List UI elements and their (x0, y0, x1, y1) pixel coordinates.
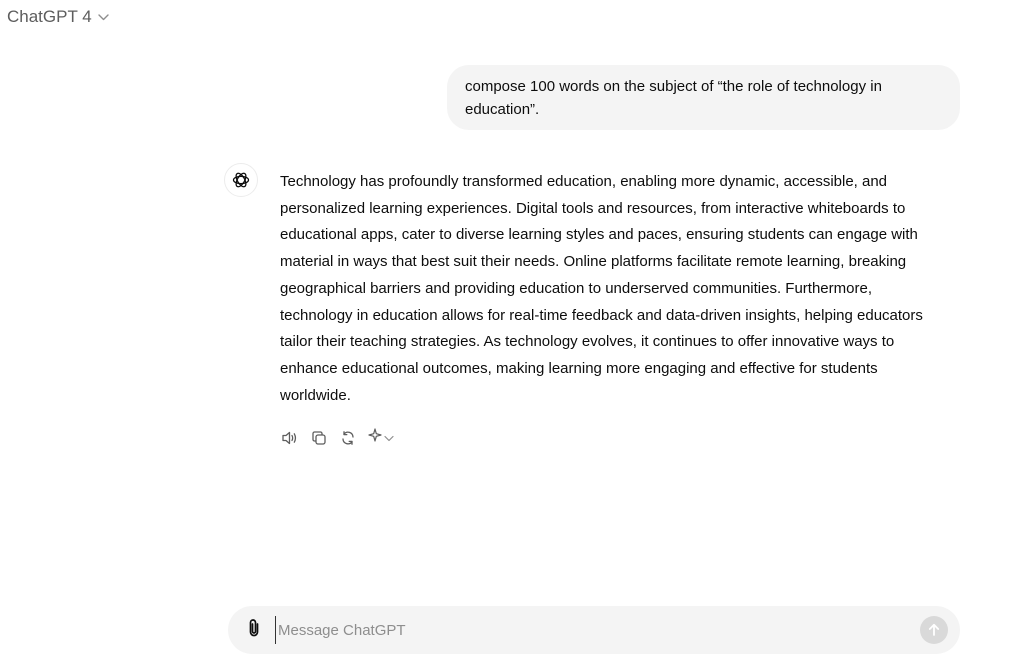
chevron-down-icon (384, 429, 394, 447)
regenerate-button[interactable] (338, 428, 358, 448)
openai-logo-icon (224, 163, 258, 197)
copy-button[interactable] (309, 428, 329, 448)
message-actions (280, 427, 394, 448)
message-composer (228, 606, 960, 654)
copy-icon (311, 430, 327, 446)
arrow-up-icon (927, 623, 941, 637)
chevron-down-icon (98, 13, 109, 21)
change-model-button[interactable] (367, 427, 394, 448)
sparkle-icon (367, 427, 383, 448)
model-name: ChatGPT 4 (7, 7, 92, 26)
speaker-icon (281, 430, 299, 446)
paperclip-icon (245, 618, 263, 643)
message-input[interactable] (275, 616, 898, 644)
chat-window: ChatGPT 4 compose 100 words on the subje… (0, 0, 1024, 666)
assistant-message: Technology has profoundly transformed ed… (280, 173, 923, 404)
attach-button[interactable] (242, 618, 266, 642)
read-aloud-button[interactable] (280, 428, 300, 448)
model-selector[interactable]: ChatGPT 4 (7, 4, 109, 30)
refresh-icon (340, 430, 356, 446)
send-button[interactable] (920, 616, 948, 644)
user-message: compose 100 words on the subject of “the… (447, 65, 960, 130)
